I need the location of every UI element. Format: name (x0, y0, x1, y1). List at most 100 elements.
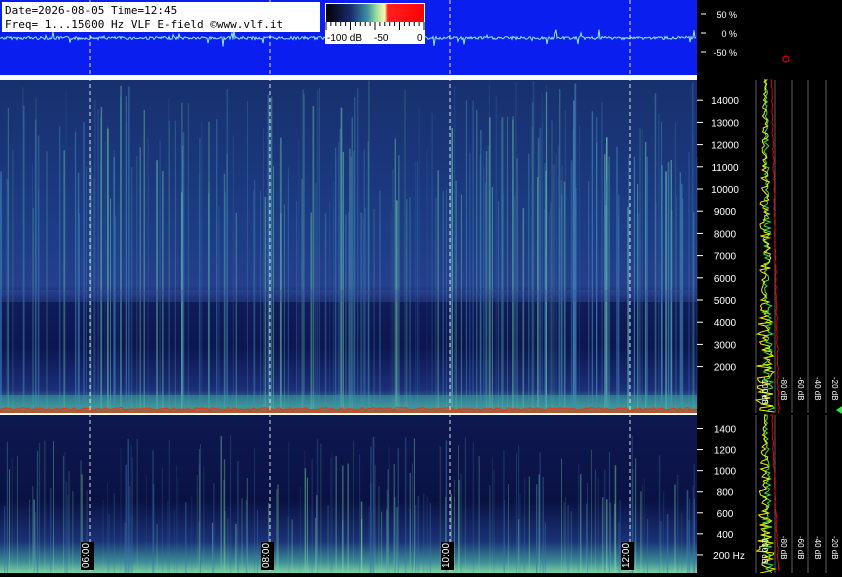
emission-streak (523, 515, 525, 573)
emission-streak (331, 452, 333, 573)
emission-streak (478, 456, 480, 573)
emission-streak (472, 442, 474, 573)
emission-streak (406, 199, 408, 409)
emission-streak (280, 213, 282, 409)
header-box: Date=2026-08-05 Time=12:45 Freq= 1...150… (2, 2, 320, 32)
emission-streak (191, 495, 193, 573)
time-tick-label: 10:00 (441, 543, 452, 568)
emission-streak (315, 518, 316, 573)
emission-streak (12, 149, 14, 409)
emission-streak (686, 489, 689, 573)
emission-streak (608, 163, 610, 409)
emission-streak (531, 102, 534, 409)
emission-streak (639, 127, 641, 409)
emission-streak (213, 483, 215, 573)
emission-streak (627, 206, 629, 409)
emission-streak (312, 106, 315, 409)
emission-streak (437, 170, 439, 409)
emission-streak (125, 464, 127, 573)
emission-streak (676, 195, 677, 409)
emission-streak (563, 502, 565, 573)
time-tick-label: 06:00 (81, 543, 92, 568)
emission-streak (310, 212, 312, 409)
emission-streak (35, 98, 37, 410)
colorbar-label-mid: -50 (374, 33, 389, 44)
emission-streak (412, 463, 413, 573)
emission-streak (342, 465, 344, 573)
emission-streak (108, 514, 110, 573)
emission-streak (50, 487, 52, 573)
emission-streak (156, 524, 158, 573)
emission-streak (586, 503, 588, 573)
db-tick-label: -100 dB (760, 536, 769, 564)
emission-streak (9, 469, 10, 573)
emission-streak (298, 140, 300, 409)
emission-streak (364, 207, 367, 409)
emission-streak (201, 121, 203, 410)
emission-streak (604, 469, 606, 573)
emission-streak (548, 212, 550, 409)
emission-streak (185, 502, 187, 573)
emission-streak (567, 504, 569, 573)
emission-streak (472, 100, 474, 409)
emission-streak (277, 484, 279, 573)
emission-streak (124, 522, 126, 573)
emission-streak (646, 156, 648, 409)
emission-streak (245, 499, 248, 573)
emission-streak (426, 496, 428, 573)
emission-streak (104, 141, 106, 409)
emission-streak (187, 102, 190, 410)
emission-streak (504, 499, 505, 573)
emission-streak (227, 518, 229, 573)
emission-streak (276, 489, 278, 573)
emission-streak (136, 438, 138, 573)
emission-streak (528, 476, 530, 573)
emission-streak (64, 452, 66, 573)
emission-streak (324, 213, 327, 409)
emission-streak (357, 88, 359, 410)
waveform-percent-axis: 50 % 0 % -50 % (701, 10, 737, 58)
emission-streak (487, 145, 489, 409)
emission-streak (38, 442, 41, 573)
emission-streak (539, 128, 542, 409)
emission-streak (688, 152, 690, 409)
emission-streak (167, 500, 169, 573)
emission-streak (146, 474, 147, 573)
waveform-percent-label: 0 % (721, 29, 737, 39)
emission-streak (102, 499, 104, 573)
emission-streak (68, 470, 70, 573)
emission-streak (113, 493, 115, 573)
emission-streak (641, 129, 643, 409)
emission-streak (63, 150, 66, 409)
emission-streak (618, 522, 620, 573)
emission-streak (162, 170, 164, 409)
emission-streak (417, 496, 420, 573)
emission-streak (113, 157, 116, 409)
freq-tick-label: 8000 (714, 229, 737, 240)
emission-streak (335, 158, 337, 409)
emission-streak (33, 499, 35, 573)
emission-streak (284, 204, 285, 409)
emission-streak (561, 458, 562, 573)
emission-streak (514, 196, 516, 409)
emission-streak (23, 105, 25, 409)
emission-streak (374, 465, 376, 573)
emission-streak (63, 455, 64, 573)
colorbar: -100 dB -50 0 (325, 3, 425, 44)
low-frequency-band (0, 395, 697, 409)
emission-streak (237, 461, 239, 573)
emission-streak (667, 161, 670, 409)
emission-streak (633, 156, 635, 409)
emission-streak (17, 455, 18, 573)
emission-streak (367, 141, 369, 409)
emission-streak (299, 487, 301, 573)
emission-streak (347, 463, 349, 573)
emission-streak (359, 454, 361, 573)
emission-streak (152, 484, 155, 573)
time-tick-label: 12:00 (621, 543, 632, 568)
emission-streak (558, 146, 559, 409)
header-frequency: Freq= 1...15000 Hz VLF E-field ©www.vlf.… (5, 18, 283, 31)
waveform-percent-label: -50 % (713, 48, 737, 58)
db-tick-label: -40 dB (813, 536, 822, 560)
emission-streak (198, 448, 200, 573)
